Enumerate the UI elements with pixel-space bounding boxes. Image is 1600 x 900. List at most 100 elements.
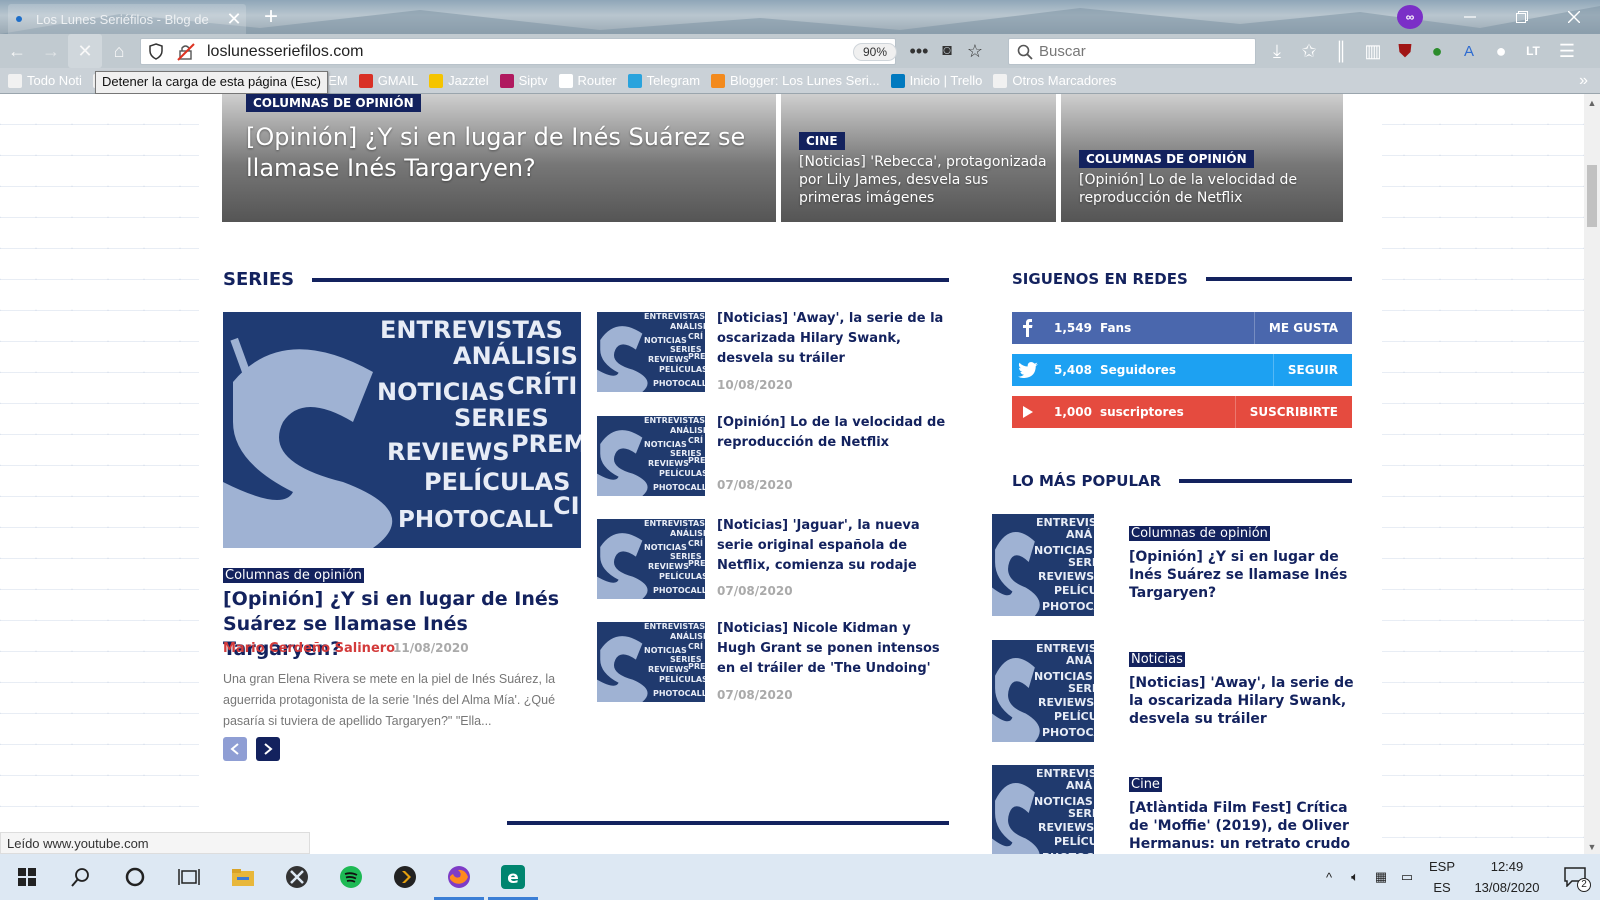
social-action-button[interactable]: SEGUIR (1272, 354, 1352, 386)
series-post-title[interactable]: [Opinión] Lo de la velocidad de reproduc… (717, 413, 951, 453)
notification-center-icon[interactable]: 2 (1550, 854, 1600, 900)
popular-thumbnail[interactable]: ENTREVISTANÁNOTICIASSERIREVIEWSPELÍCUPHO… (992, 514, 1094, 616)
post-thumbnail[interactable]: ENTREVISTASANÁLISISNOTICIASCRÍSERIESREVI… (597, 416, 705, 496)
spotify-icon[interactable] (324, 854, 378, 900)
tracking-shield-icon[interactable] (149, 43, 163, 60)
social-heading-text: SIGUENOS EN REDES (1012, 270, 1188, 288)
popular-title[interactable]: [Atlàntida Film Fest] Crítica de 'Moffie… (1129, 799, 1355, 853)
restore-button[interactable] (1496, 0, 1548, 34)
bookmark-item[interactable]: Siptv (499, 73, 548, 88)
network-icon[interactable]: ▦ (1368, 869, 1394, 885)
extension-notification-icon[interactable]: ● (1420, 34, 1454, 68)
thumbnail-text: PREM (511, 430, 581, 458)
prev-page-button[interactable] (223, 737, 247, 761)
hero-main-tag[interactable]: COLUMNAS DE OPINIÓN (246, 94, 421, 112)
social-action-button[interactable]: ME GUSTA (1253, 312, 1352, 344)
forward-button[interactable]: → (34, 34, 68, 68)
zoom-indicator[interactable]: 90% (853, 43, 897, 61)
hero-main-card[interactable]: COLUMNAS DE OPINIÓN [Opinión] ¿Y si en l… (222, 94, 776, 222)
bookmarks-menu-icon[interactable]: ✩ (1292, 34, 1326, 68)
close-window-button[interactable] (1548, 0, 1600, 34)
post-thumbnail[interactable]: ENTREVISTASANÁLISISNOTICIASCRÍSERIESREVI… (597, 312, 705, 392)
firefox-taskbar-icon[interactable] (432, 854, 486, 900)
feature-author[interactable]: Mario Cerdeño Salinero (223, 641, 395, 656)
language-indicator[interactable]: ESP ES (1420, 856, 1464, 898)
bookmark-item[interactable]: GMAIL (358, 73, 418, 88)
languagetool-icon[interactable]: LT (1516, 34, 1550, 68)
bookmark-item[interactable]: Otros Marcadores (993, 73, 1116, 88)
tab-close-icon[interactable]: ✕ (222, 9, 246, 30)
popular-category[interactable]: Columnas de opinión (1129, 526, 1270, 541)
downloads-icon[interactable]: ⤓ (1260, 34, 1294, 68)
folder-icon (993, 73, 1008, 88)
next-page-button[interactable] (256, 737, 280, 761)
bookmark-item[interactable]: Todo Noti (8, 73, 82, 88)
bookmark-star-icon[interactable]: ☆ (958, 34, 992, 68)
edge-taskbar-icon[interactable]: e (486, 854, 540, 900)
series-post-title[interactable]: [Noticias] Nicole Kidman y Hugh Grant se… (717, 619, 951, 679)
home-button[interactable]: ⌂ (102, 34, 136, 68)
thumbnail-text: REVIEWS (648, 459, 689, 468)
minimize-button[interactable] (1444, 0, 1496, 34)
popular-category[interactable]: Noticias (1129, 652, 1185, 667)
popular-category[interactable]: Cine (1129, 777, 1162, 792)
bookmark-item[interactable]: Jazztel (429, 73, 489, 88)
scrollbar-thumb[interactable] (1587, 165, 1597, 227)
sidebar-icon[interactable]: ▥ (1356, 34, 1390, 68)
social-facebook-row[interactable]: 1,549 Fans ME GUSTA (1012, 312, 1352, 344)
browser-tab-active[interactable]: Los Lunes Seriéfilos - Blog de ✕ (8, 4, 246, 34)
post-thumbnail[interactable]: ENTREVISTASANÁLISISNOTICIASCRÍSERIESREVI… (597, 622, 705, 702)
popular-title[interactable]: [Opinión] ¿Y si en lugar de Inés Suárez … (1129, 548, 1355, 602)
plex-icon[interactable] (378, 854, 432, 900)
hero-second-title[interactable]: [Noticias] 'Rebecca', protagonizada por … (799, 153, 1049, 207)
series-post-title[interactable]: [Noticias] 'Away', la serie de la oscari… (717, 309, 951, 369)
more-bookmarks-icon[interactable]: » (1579, 72, 1588, 90)
hero-main-title[interactable]: [Opinión] ¿Y si en lugar de Inés Suárez … (246, 122, 766, 184)
social-action-button[interactable]: SUSCRIBIRTE (1234, 396, 1352, 428)
search-bar[interactable]: Buscar (1008, 38, 1256, 65)
bookmark-item[interactable]: Router (558, 73, 617, 88)
start-button[interactable] (0, 854, 54, 900)
cortana-icon[interactable] (108, 854, 162, 900)
xbox-icon[interactable] (270, 854, 324, 900)
bookmark-item[interactable]: Inicio | Trello (890, 73, 982, 88)
new-tab-button[interactable]: + (256, 4, 286, 30)
volume-icon[interactable]: 🔈︎ (1342, 869, 1368, 885)
series-post-title[interactable]: [Noticias] 'Jaguar', la nueva serie orig… (717, 516, 951, 576)
account-icon[interactable]: ● (1484, 34, 1518, 68)
social-youtube-row[interactable]: 1,000 suscriptores SUSCRIBIRTE (1012, 396, 1352, 428)
popular-thumbnail[interactable]: ENTREVISTANÁNOTICIASSERIREVIEWSPELÍCUPHO… (992, 640, 1094, 742)
library-icon[interactable]: ║ (1324, 34, 1358, 68)
thumbnail-text: NOTICIAS (644, 440, 687, 449)
thumbnail-text: PHOTOCALL (653, 689, 705, 698)
search-taskbar-icon[interactable] (54, 854, 108, 900)
url-bar[interactable]: loslunesseriefilos.com 90% (140, 38, 897, 65)
ublock-icon[interactable]: ⛊ (1388, 34, 1422, 68)
hero-second-card[interactable]: CINE [Noticias] 'Rebecca', protagonizada… (781, 94, 1056, 222)
popular-thumbnail[interactable]: ENTREVISTANÁNOTICIASSERIREVIEWSPELÍCUPHO… (992, 765, 1094, 854)
social-count: 5,408 (1054, 363, 1092, 377)
file-explorer-icon[interactable] (216, 854, 270, 900)
bookmark-item[interactable]: Blogger: Los Lunes Seri... (711, 73, 880, 88)
translate-icon[interactable]: A (1452, 34, 1486, 68)
hero-second-tag[interactable]: CINE (799, 132, 845, 150)
stop-loading-button[interactable]: ✕ (68, 34, 102, 68)
tray-overflow-icon[interactable]: ^ (1316, 870, 1342, 885)
clock[interactable]: 12:49 13/08/2020 (1464, 856, 1550, 898)
bookmark-item[interactable]: Telegram (627, 73, 700, 88)
action-display-icon[interactable]: ▭ (1394, 869, 1420, 885)
back-button[interactable]: ← (0, 34, 34, 68)
series-heading-rule (312, 277, 949, 282)
thumbnail-text: CRÍ (688, 539, 704, 548)
post-thumbnail[interactable]: ENTREVISTASANÁLISISNOTICIASCRÍSERIESREVI… (597, 519, 705, 599)
insecure-connection-icon[interactable] (177, 43, 195, 61)
hero-third-card[interactable]: COLUMNAS DE OPINIÓN [Opinión] Lo de la v… (1061, 94, 1343, 222)
feature-category[interactable]: Columnas de opinión (223, 568, 364, 583)
task-view-icon[interactable] (162, 854, 216, 900)
hero-third-title[interactable]: [Opinión] Lo de la velocidad de reproduc… (1079, 171, 1329, 207)
popular-title[interactable]: [Noticias] 'Away', la serie de la oscari… (1129, 674, 1355, 728)
social-twitter-row[interactable]: 5,408 Seguidores SEGUIR (1012, 354, 1352, 386)
series-feature-thumbnail[interactable]: ENTREVISTAS ANÁLISIS NOTICIAS CRÍTI SERIES RE… (223, 312, 581, 548)
hero-third-tag[interactable]: COLUMNAS DE OPINIÓN (1079, 150, 1254, 168)
menu-icon[interactable]: ☰ (1550, 34, 1584, 68)
